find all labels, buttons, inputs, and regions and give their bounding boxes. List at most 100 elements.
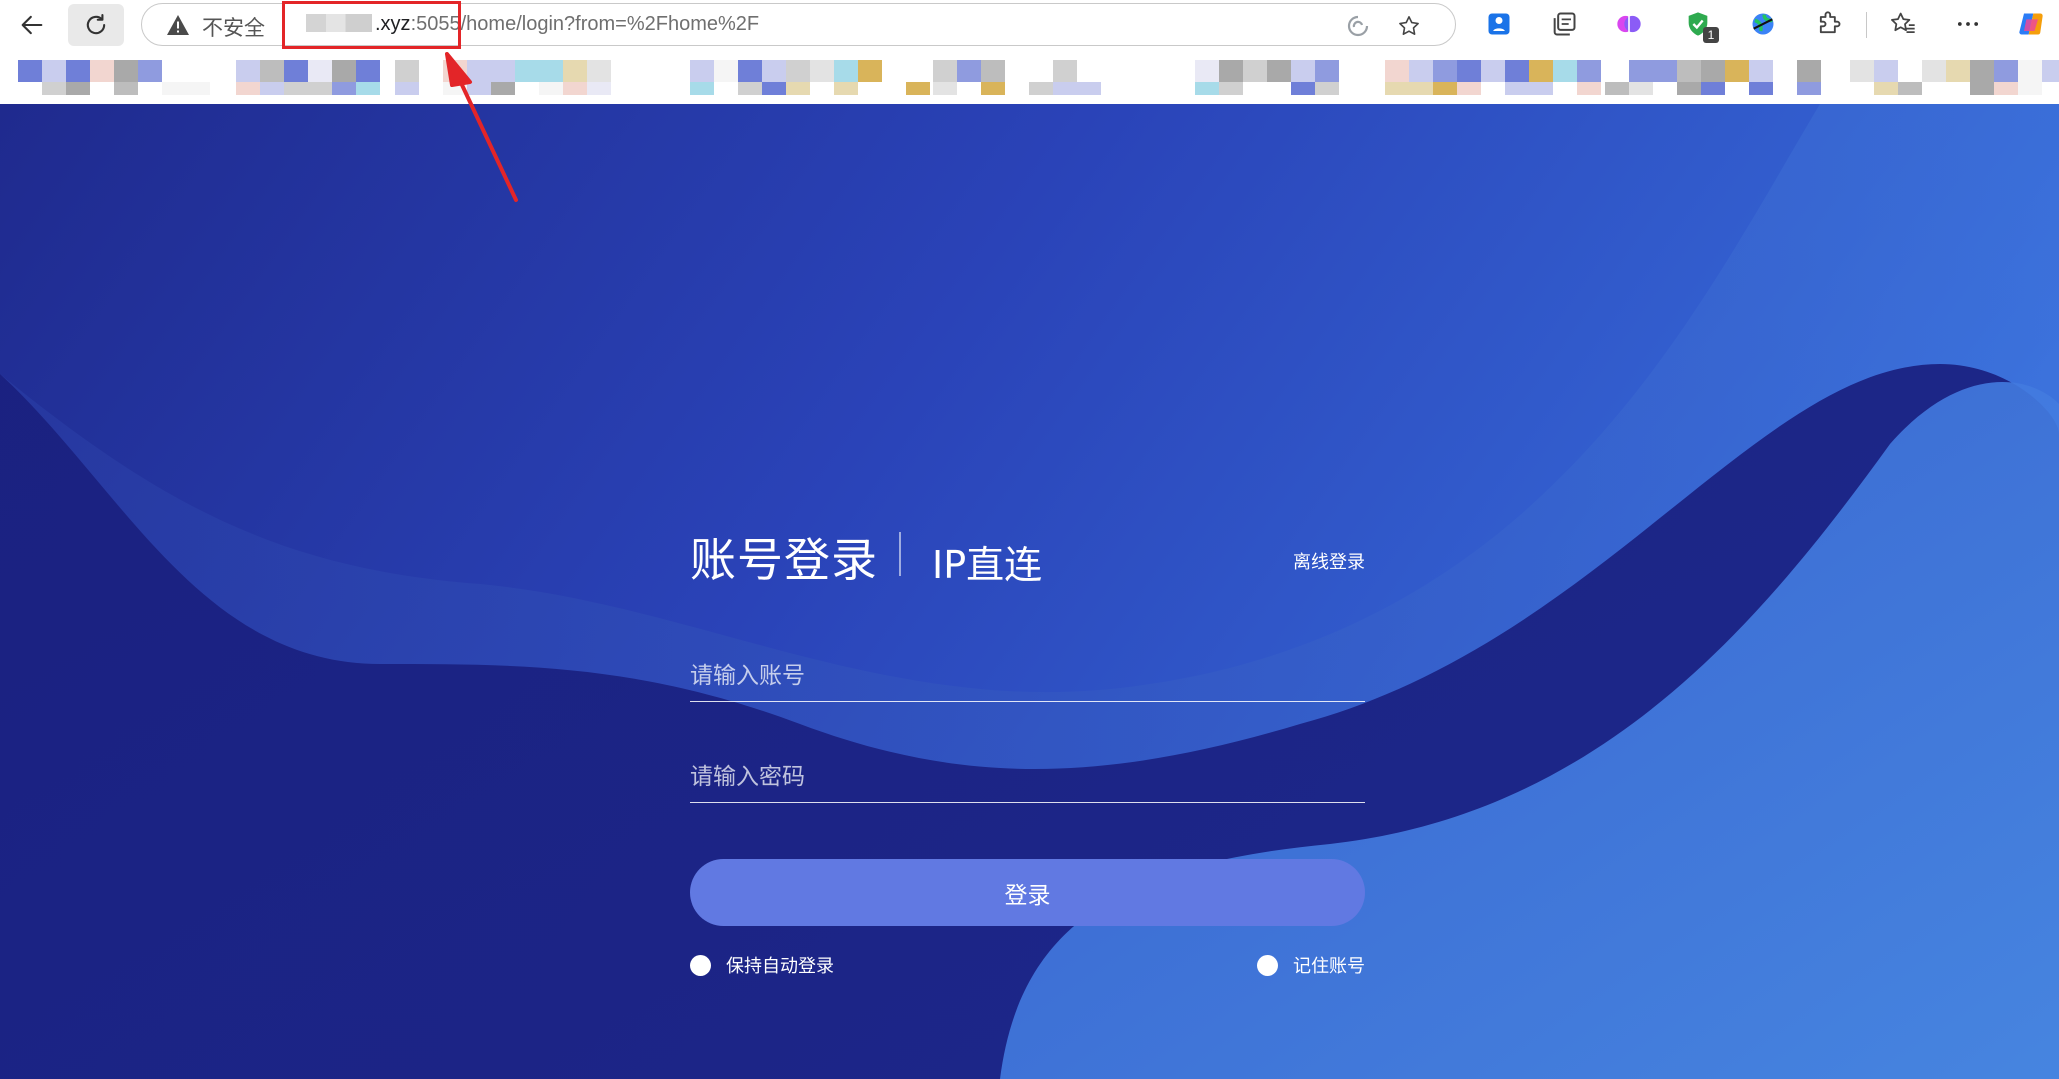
redacted-pixel bbox=[906, 82, 930, 95]
redacted-pixel bbox=[1749, 82, 1773, 95]
redacted-pixel bbox=[1629, 82, 1653, 95]
url-redacted-host bbox=[306, 14, 372, 32]
favorites-button[interactable] bbox=[1888, 9, 1918, 39]
redacted-pixel bbox=[1701, 82, 1725, 95]
address-bar[interactable]: 不安全 .xyz:5055/home/login?from=%2Fhome%2F bbox=[141, 3, 1456, 46]
redacted-pixel bbox=[1701, 60, 1725, 82]
redacted-pixel bbox=[2042, 60, 2059, 82]
redacted-pixel bbox=[786, 60, 810, 82]
toolbar-divider bbox=[1866, 12, 1867, 38]
redacted-pixel bbox=[1409, 82, 1433, 95]
globe-extension-button[interactable] bbox=[1748, 9, 1778, 39]
redacted-pixel bbox=[738, 60, 762, 82]
redacted-pixel bbox=[933, 60, 957, 82]
warning-icon[interactable] bbox=[166, 14, 190, 36]
redacted-pixel bbox=[1195, 60, 1219, 82]
redacted-pixel bbox=[738, 82, 762, 95]
tab-account-login[interactable]: 账号登录 bbox=[690, 524, 878, 590]
redacted-pixel bbox=[834, 82, 858, 95]
auto-login-radio[interactable] bbox=[690, 954, 711, 976]
redacted-pixel bbox=[1315, 60, 1339, 82]
more-button[interactable] bbox=[1953, 9, 1983, 39]
redacted-pixel bbox=[395, 60, 419, 82]
bookmarks-bar bbox=[0, 50, 2059, 104]
redacted-pixel bbox=[42, 82, 66, 95]
redacted-pixel bbox=[539, 60, 563, 82]
redacted-pixel bbox=[66, 60, 90, 82]
redacted-pixel bbox=[1291, 60, 1315, 82]
login-button[interactable]: 登录 bbox=[690, 859, 1365, 926]
redacted-pixel bbox=[690, 82, 714, 95]
redacted-pixel bbox=[395, 82, 419, 95]
redacted-pixel bbox=[1994, 60, 2018, 82]
redacted-pixel bbox=[714, 60, 738, 82]
more-icon bbox=[1957, 22, 1979, 26]
redacted-pixel bbox=[2018, 60, 2042, 82]
redacted-pixel bbox=[1529, 60, 1553, 82]
redacted-pixel bbox=[1653, 60, 1677, 82]
favorites-icon bbox=[1891, 12, 1915, 34]
redacted-pixel bbox=[1725, 60, 1749, 82]
redacted-pixel bbox=[1874, 60, 1898, 82]
globe-extension-icon bbox=[1752, 13, 1774, 35]
account-input[interactable] bbox=[690, 650, 1365, 702]
redacted-pixel bbox=[1077, 82, 1101, 95]
redacted-pixel bbox=[810, 60, 834, 82]
remember-account-radio[interactable] bbox=[1257, 954, 1278, 976]
tab-divider bbox=[899, 532, 901, 576]
brain-extension-button[interactable] bbox=[1614, 9, 1644, 39]
redacted-pixel bbox=[1053, 82, 1077, 95]
back-icon bbox=[21, 15, 43, 35]
redacted-pixel bbox=[539, 82, 563, 95]
redacted-pixel bbox=[2018, 82, 2042, 95]
redacted-pixel bbox=[1797, 60, 1821, 82]
password-input[interactable] bbox=[690, 751, 1365, 803]
auto-login-option[interactable]: 保持自动登录 bbox=[690, 952, 834, 978]
redacted-pixel bbox=[1409, 60, 1433, 82]
redacted-pixel bbox=[1553, 60, 1577, 82]
redacted-pixel bbox=[1629, 60, 1653, 82]
redacted-pixel bbox=[308, 82, 332, 95]
read-aloud-icon[interactable] bbox=[1345, 14, 1371, 38]
redacted-pixel bbox=[467, 82, 491, 95]
redacted-pixel bbox=[1797, 82, 1821, 95]
redacted-pixel bbox=[1677, 60, 1701, 82]
redacted-pixel bbox=[114, 60, 138, 82]
redacted-pixel bbox=[587, 60, 611, 82]
redacted-pixel bbox=[690, 60, 714, 82]
url-text[interactable]: .xyz:5055/home/login?from=%2Fhome%2F bbox=[306, 13, 759, 36]
redacted-pixel bbox=[186, 82, 210, 95]
extension-person-button[interactable] bbox=[1484, 9, 1514, 39]
redacted-pixel bbox=[260, 60, 284, 82]
redacted-pixel bbox=[90, 60, 114, 82]
redacted-pixel bbox=[1385, 60, 1409, 82]
redacted-pixel bbox=[1457, 82, 1481, 95]
security-status-label[interactable]: 不安全 bbox=[202, 12, 265, 42]
redacted-pixel bbox=[563, 82, 587, 95]
back-button[interactable] bbox=[4, 4, 60, 46]
login-page: 账号登录 IP直连 离线登录 登录 保持自动登录 记住账号 bbox=[0, 104, 2059, 1079]
collections-button[interactable] bbox=[1549, 9, 1579, 39]
redacted-pixel bbox=[18, 60, 42, 82]
redacted-pixel bbox=[467, 60, 491, 82]
favorite-star-icon[interactable] bbox=[1396, 14, 1422, 38]
redacted-pixel bbox=[1898, 82, 1922, 95]
redacted-pixel bbox=[1195, 82, 1219, 95]
tab-ip-direct[interactable]: IP直连 bbox=[932, 534, 1042, 589]
refresh-button[interactable] bbox=[68, 4, 124, 46]
offline-login-link[interactable]: 离线登录 bbox=[1293, 548, 1365, 574]
redacted-pixel bbox=[236, 82, 260, 95]
copilot-button[interactable] bbox=[2016, 9, 2046, 39]
redacted-pixel bbox=[1970, 82, 1994, 95]
shield-extension-button[interactable]: 1 bbox=[1683, 9, 1719, 43]
browser-toolbar: 不安全 .xyz:5055/home/login?from=%2Fhome%2F… bbox=[0, 0, 2059, 50]
url-path: /home/login?from=%2Fhome%2F bbox=[460, 13, 760, 35]
login-form: 账号登录 IP直连 离线登录 登录 保持自动登录 记住账号 bbox=[690, 524, 1365, 1064]
remember-account-option[interactable]: 记住账号 bbox=[1257, 952, 1365, 978]
redacted-pixel bbox=[42, 60, 66, 82]
redacted-pixel bbox=[1605, 82, 1629, 95]
copilot-icon bbox=[2019, 13, 2043, 35]
auto-login-label: 保持自动登录 bbox=[726, 956, 834, 977]
extensions-button[interactable] bbox=[1814, 9, 1844, 39]
redacted-pixel bbox=[957, 60, 981, 82]
